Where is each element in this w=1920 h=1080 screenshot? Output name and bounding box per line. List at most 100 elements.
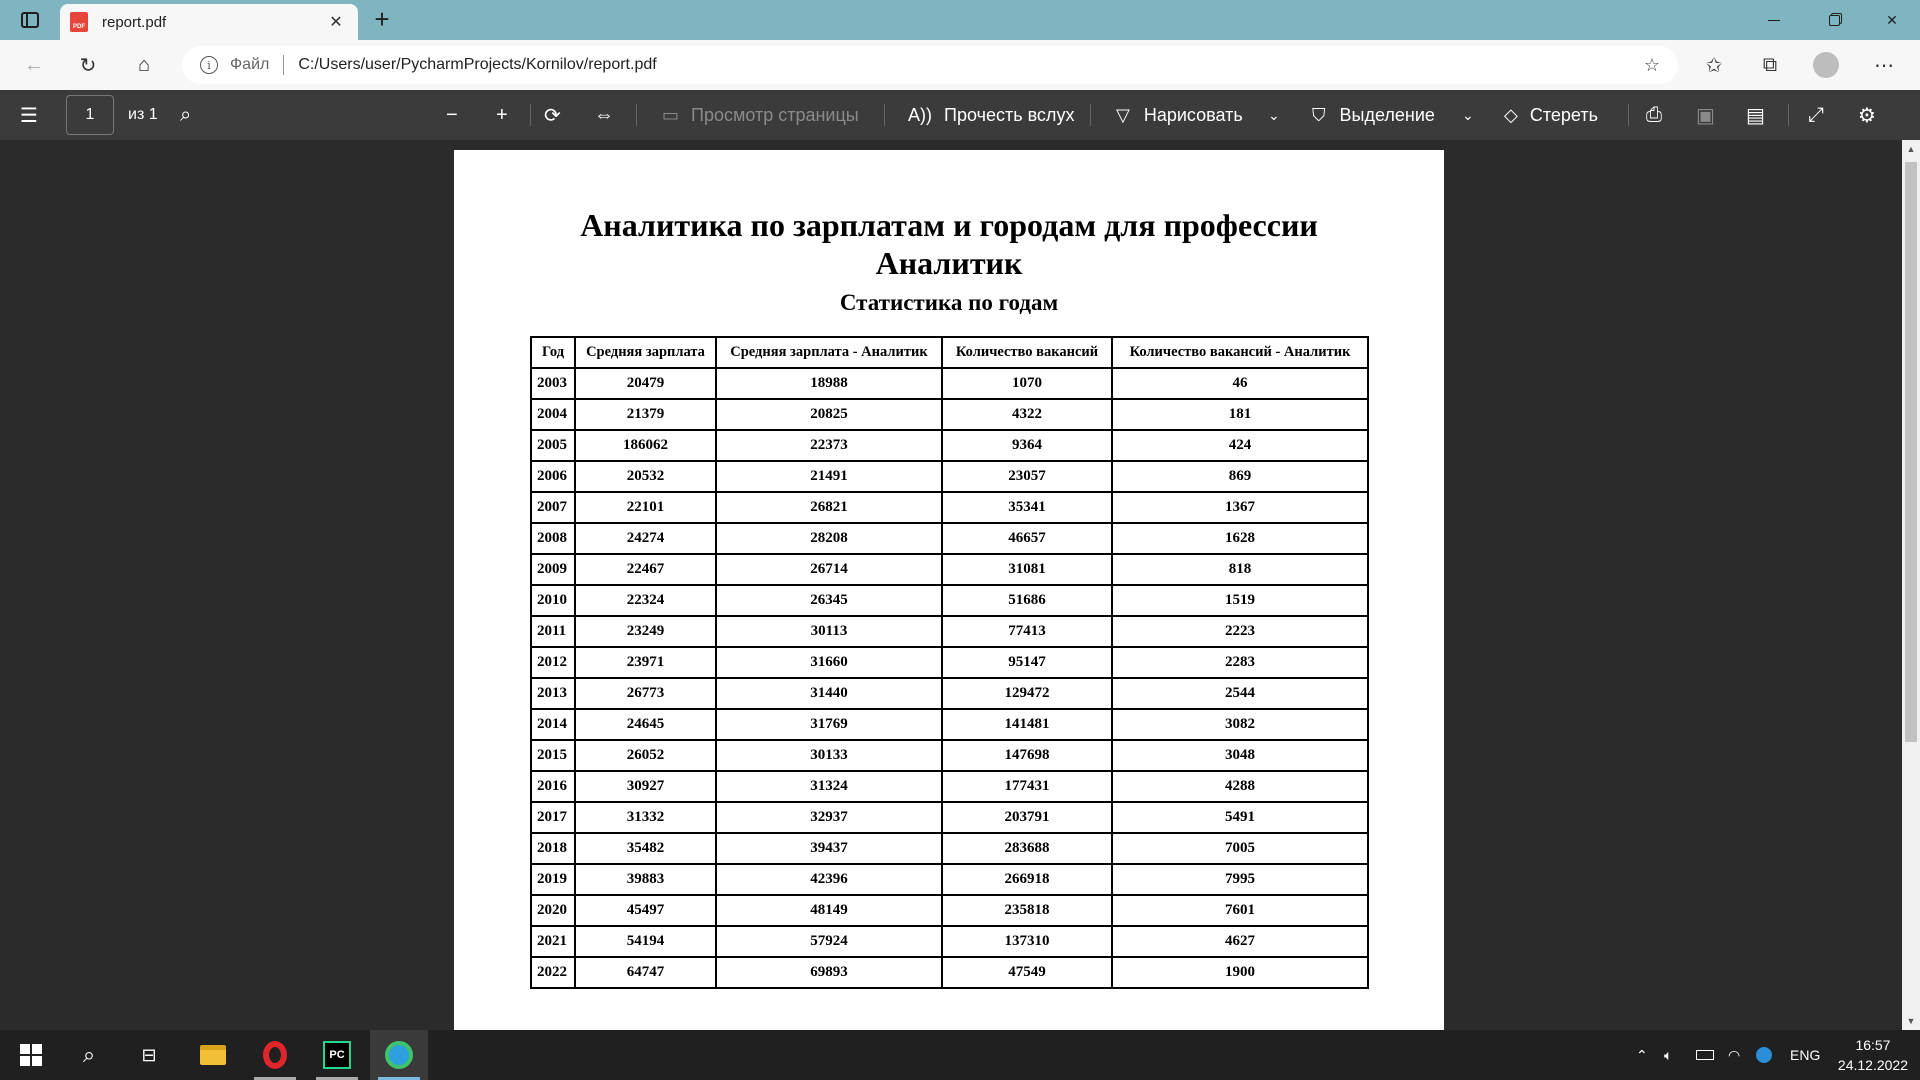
address-scheme: Файл <box>230 56 270 73</box>
table-cell: 26345 <box>715 584 943 617</box>
address-bar: ← ↻ ⌂ i Файл C:/Users/user/PycharmProjec… <box>0 40 1920 90</box>
taskbar-search-icon[interactable]: ⌕ <box>60 1030 118 1080</box>
table-cell: 186062 <box>574 429 717 462</box>
rotate-icon[interactable]: ⟳ <box>544 90 561 140</box>
start-button[interactable] <box>2 1030 60 1080</box>
pdf-page: Аналитика по зарплатам и городам для про… <box>454 150 1444 1030</box>
table-cell: 818 <box>1111 553 1369 586</box>
table-cell: 30133 <box>715 739 943 772</box>
table-cell: 1070 <box>941 367 1113 400</box>
minimize-button[interactable] <box>1746 0 1802 40</box>
battery-icon[interactable] <box>1696 1030 1714 1080</box>
table-cell: 4288 <box>1111 770 1369 803</box>
table-cell: 54194 <box>574 925 717 958</box>
clock[interactable]: 16:57 24.12.2022 <box>1838 1035 1908 1075</box>
fit-width-icon[interactable]: ⇔ <box>594 90 614 140</box>
address-url[interactable]: C:/Users/user/PycharmProjects/Kornilov/r… <box>298 56 656 74</box>
new-tab-button[interactable]: + <box>368 6 396 34</box>
table-cell: 30113 <box>715 615 943 648</box>
table-row: 2015 26052 30133 147698 3048 <box>530 739 1369 772</box>
draw-chevron-down-icon[interactable]: ⌄ <box>1268 90 1280 140</box>
restore-button[interactable] <box>1806 0 1862 40</box>
table-cell: 2008 <box>530 522 576 555</box>
profile-avatar[interactable] <box>1810 49 1842 81</box>
collections-icon[interactable]: ⧉ <box>1754 49 1786 81</box>
table-cell: 141481 <box>941 708 1113 741</box>
table-cell: 22373 <box>715 429 943 462</box>
save-icon[interactable]: ▣ <box>1696 90 1715 140</box>
edge-icon[interactable] <box>370 1030 428 1080</box>
table-cell: 57924 <box>715 925 943 958</box>
table-cell: 235818 <box>941 894 1113 927</box>
table-header-cell: Количество вакансий - Аналитик <box>1111 336 1369 369</box>
print-icon[interactable]: ⎙ <box>1646 90 1662 140</box>
info-icon[interactable]: i <box>200 56 218 74</box>
table-cell: 31332 <box>574 801 717 834</box>
scroll-down-icon[interactable]: ▼ <box>1902 1012 1920 1030</box>
home-button[interactable]: ⌂ <box>128 49 160 81</box>
opera-icon[interactable] <box>246 1030 304 1080</box>
add-favorite-icon[interactable]: ☆ <box>1644 55 1660 76</box>
table-cell: 869 <box>1111 460 1369 493</box>
table-cell: 30927 <box>574 770 717 803</box>
toolbar-divider <box>1090 104 1091 126</box>
scroll-up-icon[interactable]: ▲ <box>1902 140 1920 158</box>
close-window-button[interactable]: ✕ <box>1864 0 1920 40</box>
save-as-icon[interactable]: ▤ <box>1746 90 1765 140</box>
table-row: 2005 186062 22373 9364 424 <box>530 429 1369 462</box>
table-cell: 1367 <box>1111 491 1369 524</box>
table-header-cell: Год <box>530 336 576 369</box>
table-cell: 2013 <box>530 677 576 710</box>
highlight-chevron-down-icon[interactable]: ⌄ <box>1462 90 1474 140</box>
clock-date: 24.12.2022 <box>1837 1057 1908 1073</box>
draw-button[interactable]: ▽ Нарисовать <box>1116 90 1243 140</box>
omnibox[interactable]: i Файл C:/Users/user/PycharmProjects/Kor… <box>182 46 1678 84</box>
table-cell: 3048 <box>1111 739 1369 772</box>
back-button[interactable]: ← <box>18 49 50 81</box>
erase-button[interactable]: ◇ Стереть <box>1504 90 1598 140</box>
read-aloud-button[interactable]: A)) Прочесть вслух <box>908 90 1074 140</box>
table-row: 2016 30927 31324 177431 4288 <box>530 770 1369 803</box>
table-cell: 2020 <box>530 894 576 927</box>
table-cell: 2019 <box>530 863 576 896</box>
tab-report-pdf[interactable]: PDF report.pdf ✕ <box>60 4 358 40</box>
zoom-in-icon[interactable]: + <box>496 90 508 140</box>
search-icon[interactable]: ⌕ <box>180 90 191 140</box>
table-row: 2009 22467 26714 31081 818 <box>530 553 1369 586</box>
more-menu-icon[interactable]: ⋯ <box>1868 49 1900 81</box>
table-cell: 2283 <box>1111 646 1369 679</box>
contents-icon[interactable]: ☰ <box>20 90 38 140</box>
fullscreen-icon[interactable]: ⤢ <box>1808 90 1824 140</box>
table-cell: 2005 <box>530 429 576 462</box>
tab-actions-button[interactable] <box>12 6 48 34</box>
zoom-out-icon[interactable]: − <box>446 90 458 140</box>
table-row: 2011 23249 30113 77413 2223 <box>530 615 1369 648</box>
vertical-scrollbar[interactable]: ▲ ▼ <box>1902 140 1920 1030</box>
settings-gear-icon[interactable]: ⚙ <box>1858 90 1876 140</box>
page-number-input[interactable]: 1 <box>66 95 114 135</box>
task-view-icon[interactable]: ⊟ <box>120 1030 178 1080</box>
table-cell: 4322 <box>941 398 1113 431</box>
table-cell: 181 <box>1111 398 1369 431</box>
onedrive-icon[interactable] <box>1756 1030 1772 1080</box>
file-explorer-icon[interactable] <box>184 1030 242 1080</box>
table-cell: 48149 <box>715 894 943 927</box>
page-view-button[interactable]: ▭ Просмотр страницы <box>662 90 859 140</box>
highlight-button[interactable]: ⛉ Выделение <box>1312 90 1435 140</box>
pycharm-icon[interactable]: PC <box>308 1030 366 1080</box>
table-cell: 21491 <box>715 460 943 493</box>
table-cell: 22467 <box>574 553 717 586</box>
scrollbar-thumb[interactable] <box>1905 162 1917 742</box>
tab-close-icon[interactable]: ✕ <box>324 12 348 32</box>
refresh-button[interactable]: ↻ <box>72 49 104 81</box>
favorites-icon[interactable]: ✩ <box>1698 49 1730 81</box>
wifi-icon[interactable]: ◠ <box>1728 1030 1740 1080</box>
language-indicator[interactable]: ENG <box>1790 1030 1820 1080</box>
volume-icon[interactable]: 🔈︎ <box>1664 1030 1672 1080</box>
draw-icon: ▽ <box>1116 104 1130 125</box>
page-view-icon: ▭ <box>662 104 680 125</box>
tray-chevron-up-icon[interactable]: ⌃ <box>1636 1030 1648 1080</box>
pdf-viewer[interactable]: Аналитика по зарплатам и городам для про… <box>0 140 1920 1030</box>
table-cell: 51686 <box>941 584 1113 617</box>
table-row: 2006 20532 21491 23057 869 <box>530 460 1369 493</box>
